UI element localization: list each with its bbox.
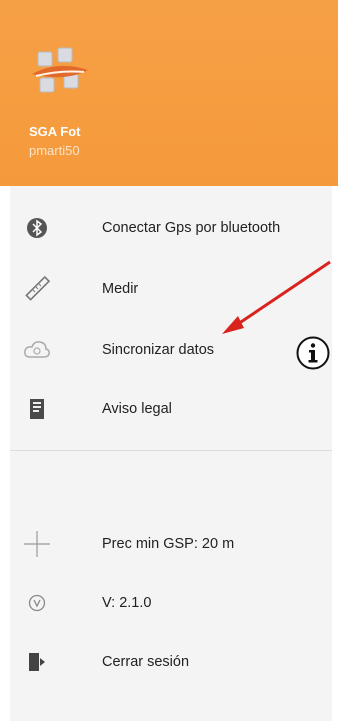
- menu-item-logout[interactable]: Cerrar sesión: [10, 638, 332, 686]
- crosshair-icon: [22, 529, 52, 559]
- menu-label: Prec min GSP: 20 m: [102, 536, 235, 552]
- app-logo: [26, 40, 92, 106]
- ruler-icon: [22, 274, 52, 304]
- menu-label: Aviso legal: [102, 401, 172, 417]
- menu-item-aviso-legal[interactable]: Aviso legal: [10, 385, 332, 433]
- info-icon: [296, 336, 330, 370]
- menu-item-bluetooth[interactable]: Conectar Gps por bluetooth: [10, 204, 332, 252]
- menu-item-version: V: 2.1.0: [10, 579, 332, 627]
- logout-icon: [22, 647, 52, 677]
- bluetooth-icon: [22, 213, 52, 243]
- user-name: pmarti50: [29, 143, 80, 158]
- menu-label: Medir: [102, 281, 139, 297]
- legal-document-icon: [22, 394, 52, 424]
- drawer-header: SGA Fot pmarti50: [0, 0, 338, 186]
- screen: SGA Fot pmarti50 Conectar Gps por blueto…: [0, 0, 338, 721]
- version-icon: [22, 588, 52, 618]
- menu-label: Conectar Gps por bluetooth: [102, 220, 281, 236]
- menu-label: V: 2.1.0: [102, 595, 152, 611]
- app-name: SGA Fot: [29, 124, 81, 139]
- menu-item-precision: Prec min GSP: 20 m: [10, 520, 332, 568]
- cloud-sync-icon: [22, 335, 52, 365]
- annotation-arrow-icon: [222, 260, 331, 334]
- menu-label: Sincronizar datos: [102, 342, 215, 358]
- menu-label: Cerrar sesión: [102, 654, 190, 670]
- menu-divider: [10, 450, 332, 451]
